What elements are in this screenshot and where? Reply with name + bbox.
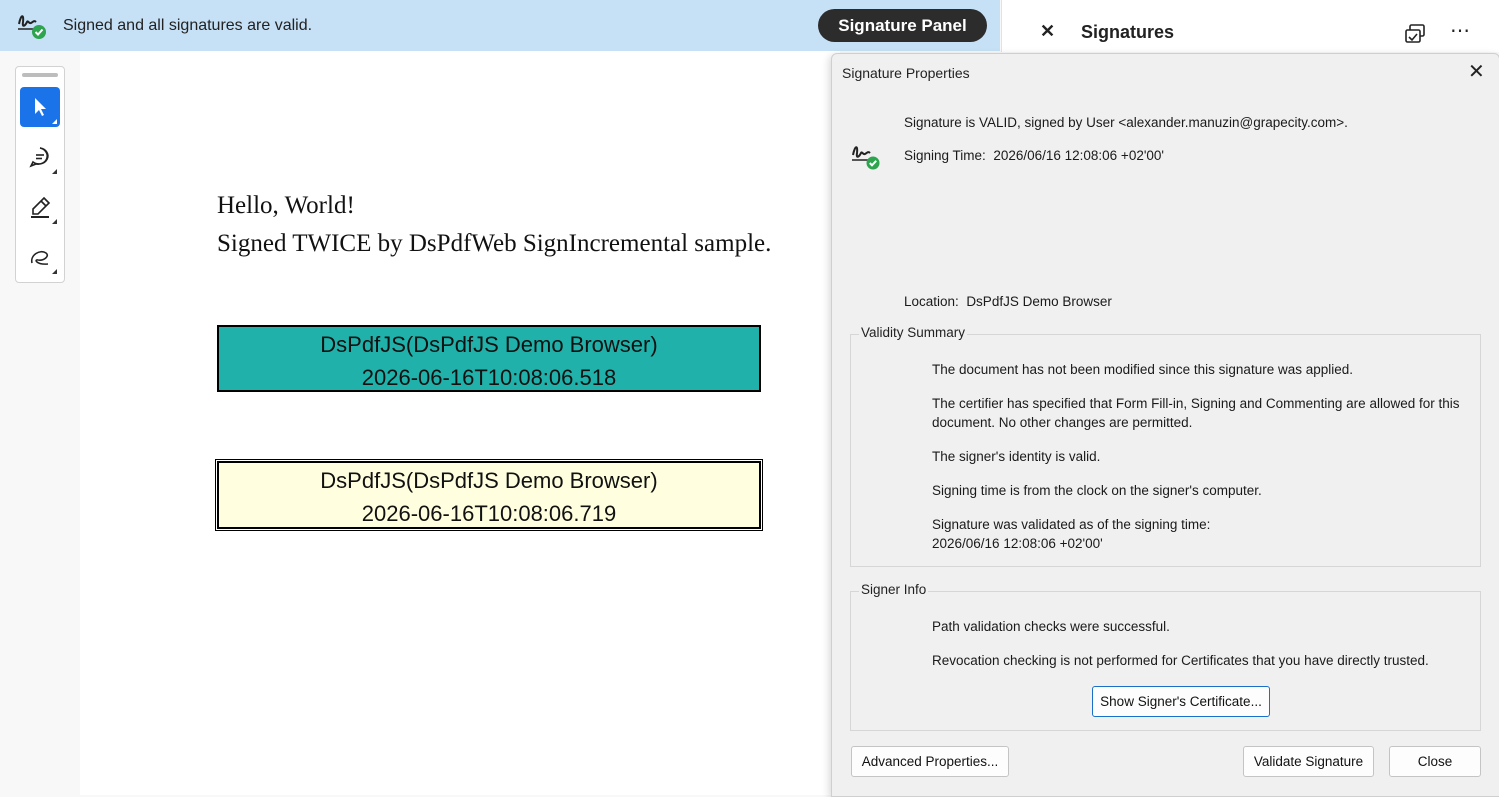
tool-menu-indicator — [52, 119, 57, 124]
comment-tool-button[interactable] — [20, 137, 60, 177]
validity-item: 2026/06/16 12:08:06 +02'00' — [932, 536, 1103, 551]
signatures-panel-title: Signatures — [1081, 22, 1175, 42]
location-value: DsPdfJS Demo Browser — [966, 294, 1112, 309]
draw-tool-button[interactable] — [20, 237, 60, 277]
location-label: Location: — [904, 294, 959, 309]
close-button[interactable]: Close — [1389, 746, 1481, 777]
document-text-line: Signed TWICE by DsPdfWeb SignIncremental… — [217, 230, 772, 257]
signer-info-item: Revocation checking is not performed for… — [932, 653, 1429, 668]
signature-field[interactable]: DsPdfJS(DsPdfJS Demo Browser) 2026-06-16… — [217, 325, 761, 392]
advanced-properties-button[interactable]: Advanced Properties... — [851, 746, 1009, 777]
close-dialog-icon[interactable]: ✕ — [1468, 62, 1485, 82]
comment-icon — [29, 147, 49, 168]
marker-icon — [31, 196, 51, 218]
signer-info-item: Path validation checks were successful. — [932, 619, 1170, 634]
multi-window-icon[interactable] — [1404, 22, 1428, 46]
dialog-title: Signature Properties — [842, 65, 970, 81]
cursor-arrow-icon — [35, 98, 46, 116]
validity-item: Signing time is from the clock on the si… — [932, 483, 1262, 498]
toolbar-grip[interactable] — [22, 73, 58, 77]
more-options-icon[interactable]: ⋯ — [1450, 18, 1471, 43]
validity-summary-label: Validity Summary — [859, 325, 968, 340]
signature-properties-dialog: Signature Properties ✕ Signature is VALI… — [831, 53, 1499, 797]
pdf-page: Hello, World! Signed TWICE by DsPdfWeb S… — [80, 51, 840, 795]
signature-panel-button[interactable]: Signature Panel — [818, 9, 987, 42]
signature-signer-name: DsPdfJS(DsPdfJS Demo Browser) — [320, 468, 658, 493]
signing-time-row: Signing Time: 2026/06/16 12:08:06 +02'00… — [904, 148, 1164, 163]
signature-status-text: Signed and all signatures are valid. — [63, 17, 313, 34]
signing-time-label: Signing Time: — [904, 148, 986, 163]
validity-item: The signer's identity is valid. — [932, 449, 1101, 464]
signature-timestamp: 2026-06-16T10:08:06.719 — [361, 501, 617, 526]
signature-signer-name: DsPdfJS(DsPdfJS Demo Browser) — [320, 332, 658, 357]
highlight-tool-button[interactable] — [20, 187, 60, 227]
signing-time-value: 2026/06/16 12:08:06 +02'00' — [993, 148, 1165, 163]
validate-signature-button[interactable]: Validate Signature — [1243, 746, 1374, 777]
signature-valid-icon — [18, 15, 46, 39]
validity-summary-group: Validity Summary The document has not be… — [850, 325, 1481, 567]
signature-status-banner: Signed and all signatures are valid. Sig… — [0, 0, 1000, 51]
freehand-draw-icon — [30, 250, 49, 265]
signature-valid-icon — [852, 146, 880, 170]
document-text-line: Hello, World! — [217, 192, 355, 219]
signature-validity-line: Signature is VALID, signed by User <alex… — [904, 115, 1348, 130]
signer-info-group: Signer Info Path validation checks were … — [850, 582, 1481, 731]
validity-item: The document has not been modified since… — [932, 362, 1354, 377]
tool-menu-indicator — [52, 219, 57, 224]
signatures-panel-header: ✕ Signatures ⋯ — [1001, 0, 1499, 52]
signature-field[interactable]: DsPdfJS(DsPdfJS Demo Browser) 2026-06-16… — [215, 459, 763, 531]
select-tool-button[interactable] — [20, 87, 60, 127]
signature-timestamp: 2026-06-16T10:08:06.518 — [361, 365, 617, 390]
validity-item: The certifier has specified that Form Fi… — [932, 396, 1460, 430]
validity-item: Signature was validated as of the signin… — [932, 517, 1211, 532]
annotation-toolbar — [15, 66, 65, 283]
location-row: Location: DsPdfJS Demo Browser — [904, 294, 1112, 309]
signer-info-label: Signer Info — [859, 582, 929, 597]
close-panel-icon[interactable]: ✕ — [1040, 22, 1055, 40]
show-signer-certificate-button[interactable]: Show Signer's Certificate... — [1092, 686, 1270, 717]
tool-menu-indicator — [52, 169, 57, 174]
tool-menu-indicator — [52, 269, 57, 274]
